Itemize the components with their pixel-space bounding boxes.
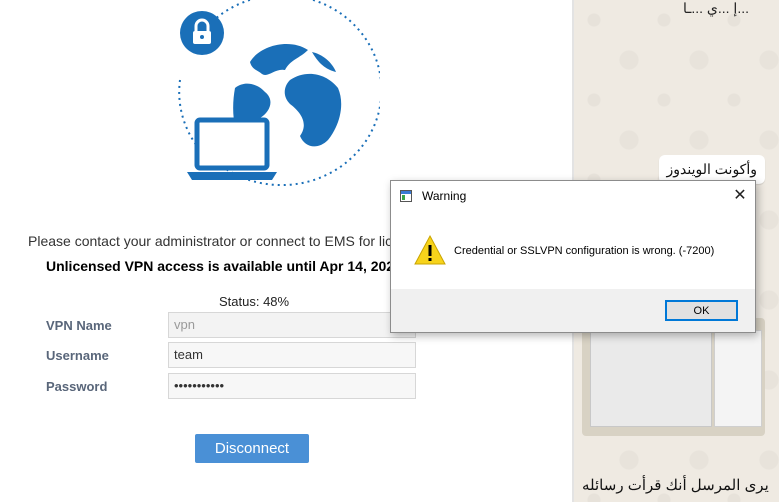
dialog-footer: OK [391,289,755,332]
warning-icon [414,234,446,265]
dialog-message: Credential or SSLVPN configuration is wr… [454,245,715,257]
close-icon[interactable]: ✕ [729,185,751,207]
license-notice: Please contact your administrator or con… [28,233,400,249]
username-label: Username [46,348,109,363]
unlicensed-access-notice: Unlicensed VPN access is available until… [46,258,422,274]
image-thumbnail-panel [714,330,762,427]
lock-icon [180,11,224,55]
vpn-globe-illustration [178,0,380,187]
laptop-icon [187,117,277,180]
read-receipt-notice: يرى المرسل أنك قرأت رسائله [582,477,769,494]
vpn-name-label: VPN Name [46,318,112,333]
password-field[interactable]: ••••••••••• [168,373,416,399]
dialog-titlebar[interactable]: Warning ✕ [391,181,755,212]
vpn-name-field[interactable]: vpn [168,312,416,338]
warning-dialog: Warning ✕ Credential or SSLVPN configura… [390,180,756,333]
image-thumbnail-dialog [590,330,712,427]
app-window-icon [400,190,412,202]
connection-status: Status: 48% [219,294,290,309]
disconnect-button[interactable]: Disconnect [195,434,309,463]
password-label: Password [46,379,108,394]
ok-button[interactable]: OK [665,300,738,321]
username-field[interactable]: team [168,342,416,368]
chat-message-top: ...إ ...ي ...ـا [682,0,749,16]
chat-image-message[interactable] [582,318,765,436]
dialog-title: Warning [422,189,467,203]
